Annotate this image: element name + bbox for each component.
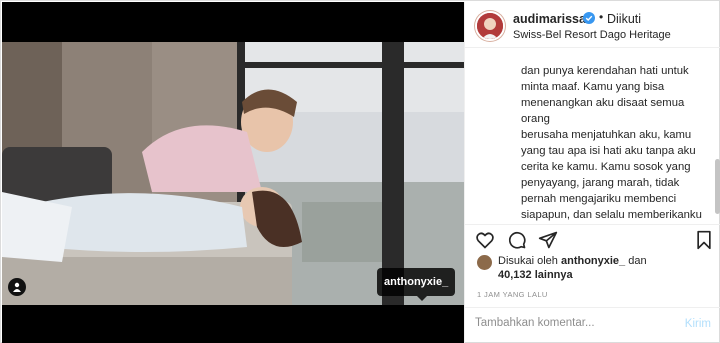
post-header: audimarissa • Diikuti Swiss-Bel Resort D… [465,2,720,48]
post-media[interactable]: anthonyxie_ [2,2,464,343]
liker-username[interactable]: anthonyxie_ [561,255,625,267]
post-comment-button[interactable]: Kirim [685,318,711,330]
person-glyph [13,282,21,292]
liker-avatar[interactable] [477,255,492,270]
person-icon[interactable] [8,278,26,296]
likes-connector: dan [628,255,647,267]
action-bar [465,224,720,254]
post-username[interactable]: audimarissa [513,12,586,26]
caption-scroll-thumb[interactable] [715,159,720,214]
comment-input[interactable] [475,317,665,329]
post-location[interactable]: Swiss-Bel Resort Dago Heritage [513,29,671,41]
bookmark-icon[interactable] [694,230,714,250]
post-timestamp[interactable]: 1 JAM YANG LALU [477,290,548,299]
separator-dot: • [599,10,604,24]
likes-count: 40,132 [498,269,532,281]
paper-plane-icon[interactable] [538,230,558,250]
likes-count-suffix: lainnya [534,269,573,281]
verified-badge-icon [583,12,595,24]
likes-count-link[interactable]: 40,132 lainnya [498,269,573,281]
caption-area[interactable]: dan punya kerendahan hati untuk minta ma… [465,49,720,224]
likes-prefix: Disukai oleh [498,255,558,267]
post-dialog: anthonyxie_ audimarissa • Diikuti Swiss-… [0,0,720,343]
post-side-panel: audimarissa • Diikuti Swiss-Bel Resort D… [464,2,720,343]
following-button[interactable]: Diikuti [607,12,641,26]
post-photo[interactable] [2,42,464,305]
photo-illustration [2,42,464,305]
comment-bar: Kirim [465,307,720,343]
likes-summary: Disukai oleh anthonyxie_ dan 40,132 lain… [465,254,720,284]
avatar-image [477,13,503,39]
photo-user-tag[interactable]: anthonyxie_ [377,268,456,301]
heart-icon[interactable] [475,230,495,250]
avatar[interactable] [475,11,505,41]
likes-line-1: Disukai oleh anthonyxie_ dan [498,255,647,267]
comment-icon[interactable] [507,230,527,250]
caption-text: dan punya kerendahan hati untuk minta ma… [521,65,702,221]
